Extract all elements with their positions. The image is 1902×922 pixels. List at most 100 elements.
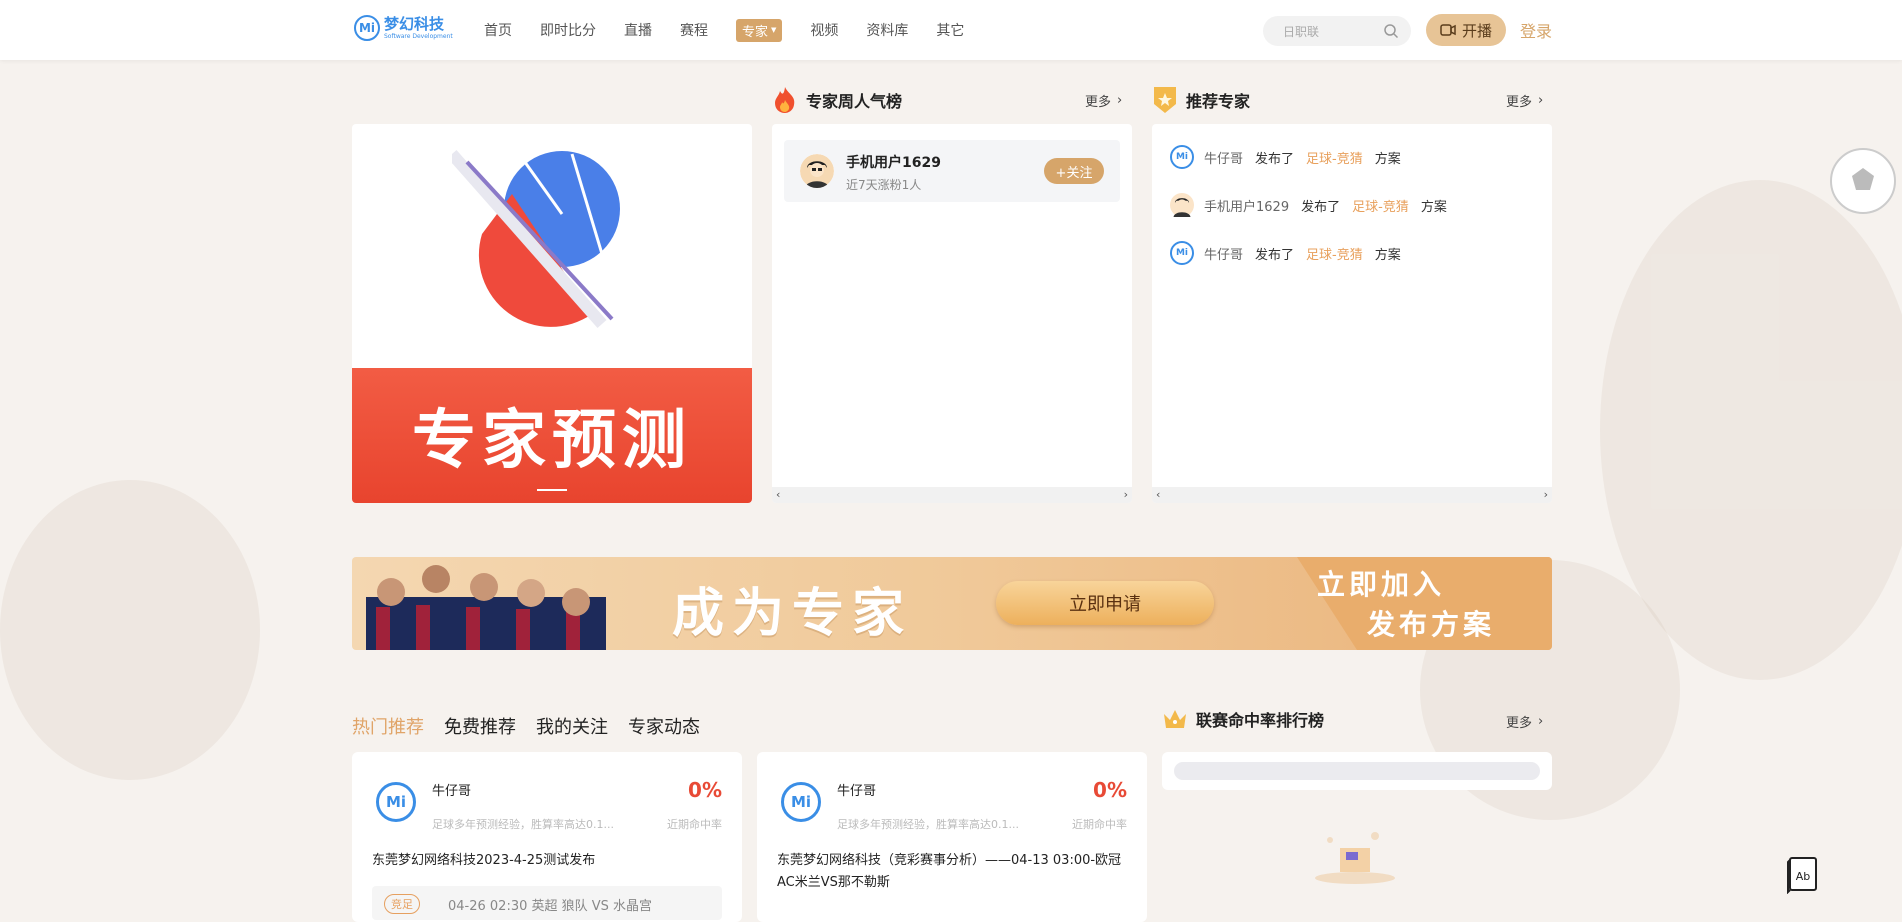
recommend-plan: 方案 xyxy=(1374,151,1401,167)
nav-item-home[interactable]: 首页 xyxy=(484,20,512,40)
league-rank-header: 联赛命中率排行榜 xyxy=(1162,706,1324,732)
recommend-more-label: 更多 xyxy=(1506,95,1533,110)
main-nav: 首页 即时比分 直播 赛程 专家 ▼ 视频 资料库 其它 xyxy=(484,0,992,60)
chevron-right-icon: › xyxy=(1538,93,1544,108)
hit-rate-label: 近期命中率 xyxy=(1072,818,1127,831)
expert-prediction-banner[interactable]: 专家预测 xyxy=(352,124,752,503)
nav-item-expert-label: 专家 xyxy=(742,24,769,40)
carousel-indicator[interactable] xyxy=(537,489,567,491)
recommend-category[interactable]: 足球-竞猜 xyxy=(1306,244,1363,263)
recommend-verb: 发布了 xyxy=(1255,247,1295,263)
join-slogan-line-2: 发布方案 xyxy=(1367,608,1496,641)
recommend-row[interactable]: Mi 牛仔哥 发布了 足球-竞猜 方案 xyxy=(1170,143,1401,171)
recommended-experts-panel: Mi 牛仔哥 发布了 足球-竞猜 方案 手机用户1629 发布了 足球-竞猜 方… xyxy=(1152,124,1552,503)
start-live-button[interactable]: 开播 xyxy=(1426,14,1506,46)
match-info: 竞足 04-26 02:30 英超 狼队 VS 水晶宫 xyxy=(372,886,722,920)
hit-rate: 0% xyxy=(1093,778,1127,802)
man-avatar-icon xyxy=(800,154,834,188)
plan-card[interactable]: Mi 牛仔哥 足球多年预测经验，胜算率高达0.1... 0% 近期命中率 东莞梦… xyxy=(352,752,742,922)
tab-hot[interactable]: 热门推荐 xyxy=(352,713,424,739)
basketball-football-illustration xyxy=(452,143,620,328)
follow-button[interactable]: +关注 xyxy=(1044,158,1104,184)
recommended-experts-header: 推荐专家 xyxy=(1152,86,1250,114)
nav-item-schedule[interactable]: 赛程 xyxy=(680,20,708,40)
horizontal-scrollbar[interactable]: ‹ › xyxy=(772,487,1132,503)
brand-avatar-icon: Mi xyxy=(1170,145,1194,169)
apply-now-button[interactable]: 立即申请 xyxy=(996,581,1214,625)
site-logo[interactable]: Mi 梦幻科技 Software Development xyxy=(354,15,453,41)
weekly-more-label: 更多 xyxy=(1085,95,1112,110)
expert-description: 足球多年预测经验，胜算率高达0.1... xyxy=(432,818,614,831)
plan-title[interactable]: 东莞梦幻网络科技（竞彩赛事分析）——04-13 03:00-欧冠AC米兰VS那不… xyxy=(777,850,1127,894)
recommend-user: 牛仔哥 xyxy=(1204,247,1244,263)
recommend-category[interactable]: 足球-竞猜 xyxy=(1352,196,1409,215)
expert-avatar-icon: Mi xyxy=(781,782,821,822)
login-link[interactable]: 登录 xyxy=(1520,18,1552,42)
weekly-expert-name: 手机用户1629 xyxy=(846,155,941,171)
join-slogan-line-1: 立即加入 xyxy=(1317,568,1446,601)
plan-card[interactable]: Mi 牛仔哥 足球多年预测经验，胜算率高达0.1... 0% 近期命中率 东莞梦… xyxy=(757,752,1147,922)
recommend-category[interactable]: 足球-竞猜 xyxy=(1306,148,1363,167)
league-rank-title: 联赛命中率排行榜 xyxy=(1196,711,1325,730)
crown-icon xyxy=(1164,710,1186,728)
recommended-experts-title: 推荐专家 xyxy=(1186,92,1251,111)
translate-icon[interactable]: Ab xyxy=(1786,856,1818,894)
weekly-popularity-panel: 手机用户1629 近7天涨粉1人 +关注 ‹ › xyxy=(772,124,1132,503)
nav-item-database[interactable]: 资料库 xyxy=(866,20,908,40)
chevron-right-icon: › xyxy=(1117,93,1123,108)
svg-text:Ab: Ab xyxy=(1796,870,1811,883)
expert-avatar-icon: Mi xyxy=(376,782,416,822)
recommend-user: 牛仔哥 xyxy=(1204,151,1244,167)
nav-item-expert[interactable]: 专家 ▼ xyxy=(736,18,783,42)
hit-rate-label: 近期命中率 xyxy=(667,818,722,831)
league-rank-panel xyxy=(1162,752,1552,790)
plan-title[interactable]: 东莞梦幻网络科技2023-4-25测试发布 xyxy=(372,850,722,872)
user-avatar xyxy=(800,154,834,188)
recommendation-tabs: 热门推荐 免费推荐 我的关注 专家动态 xyxy=(352,713,700,739)
weekly-popularity-title: 专家周人气榜 xyxy=(806,92,903,111)
man-avatar-icon xyxy=(1170,193,1194,217)
weekly-more-link[interactable]: 更多 › xyxy=(1085,91,1122,110)
search-input[interactable] xyxy=(1281,24,1385,40)
recommend-more-link[interactable]: 更多 › xyxy=(1506,91,1543,110)
become-expert-banner[interactable]: 成为专家 立即申请 立即加入 发布方案 xyxy=(352,557,1552,650)
search-icon[interactable] xyxy=(1383,23,1399,39)
nav-item-video[interactable]: 视频 xyxy=(810,20,838,40)
join-title: 成为专家 xyxy=(672,583,913,644)
horizontal-scrollbar[interactable]: ‹ › xyxy=(1152,487,1552,503)
tab-free[interactable]: 免费推荐 xyxy=(444,713,516,739)
tab-following[interactable]: 我的关注 xyxy=(536,713,608,739)
nav-item-live-score[interactable]: 即时比分 xyxy=(540,20,596,40)
recommend-verb: 发布了 xyxy=(1255,151,1295,167)
fire-icon xyxy=(775,87,795,113)
brand-avatar-icon: Mi xyxy=(1170,241,1194,265)
expert-name[interactable]: 牛仔哥 xyxy=(837,780,876,799)
match-tag: 竞足 xyxy=(384,894,420,914)
nav-item-broadcast[interactable]: 直播 xyxy=(624,20,652,40)
recommend-plan: 方案 xyxy=(1420,199,1447,215)
banner-title: 专家预测 xyxy=(412,403,692,478)
nav-item-other[interactable]: 其它 xyxy=(936,20,964,40)
empty-box-illustration xyxy=(1315,832,1395,884)
chevron-right-icon: › xyxy=(1538,714,1544,729)
scroll-left-icon[interactable]: ‹ xyxy=(1156,488,1160,501)
league-rank-more-link[interactable]: 更多 › xyxy=(1506,712,1543,731)
logo-mark: Mi xyxy=(354,15,380,41)
weekly-popularity-header: 专家周人气榜 xyxy=(772,86,902,114)
tab-expert-news[interactable]: 专家动态 xyxy=(628,713,700,739)
scroll-left-icon[interactable]: ‹ xyxy=(776,488,780,501)
expert-description: 足球多年预测经验，胜算率高达0.1... xyxy=(837,818,1019,831)
recommend-user: 手机用户1629 xyxy=(1204,199,1290,215)
weekly-expert-card[interactable]: 手机用户1629 近7天涨粉1人 +关注 xyxy=(784,140,1120,202)
scroll-right-icon[interactable]: › xyxy=(1124,488,1128,501)
search-box xyxy=(1263,16,1411,46)
recommend-row[interactable]: 手机用户1629 发布了 足球-竞猜 方案 xyxy=(1170,191,1447,219)
start-live-label: 开播 xyxy=(1461,21,1492,40)
scroll-right-icon[interactable]: › xyxy=(1544,488,1548,501)
weekly-expert-followers: 近7天涨粉1人 xyxy=(846,178,922,192)
recommend-plan: 方案 xyxy=(1374,247,1401,263)
expert-name[interactable]: 牛仔哥 xyxy=(432,780,471,799)
recommend-row[interactable]: Mi 牛仔哥 发布了 足球-竞猜 方案 xyxy=(1170,239,1401,267)
players-illustration xyxy=(366,565,606,650)
badge-icon xyxy=(1154,87,1176,113)
